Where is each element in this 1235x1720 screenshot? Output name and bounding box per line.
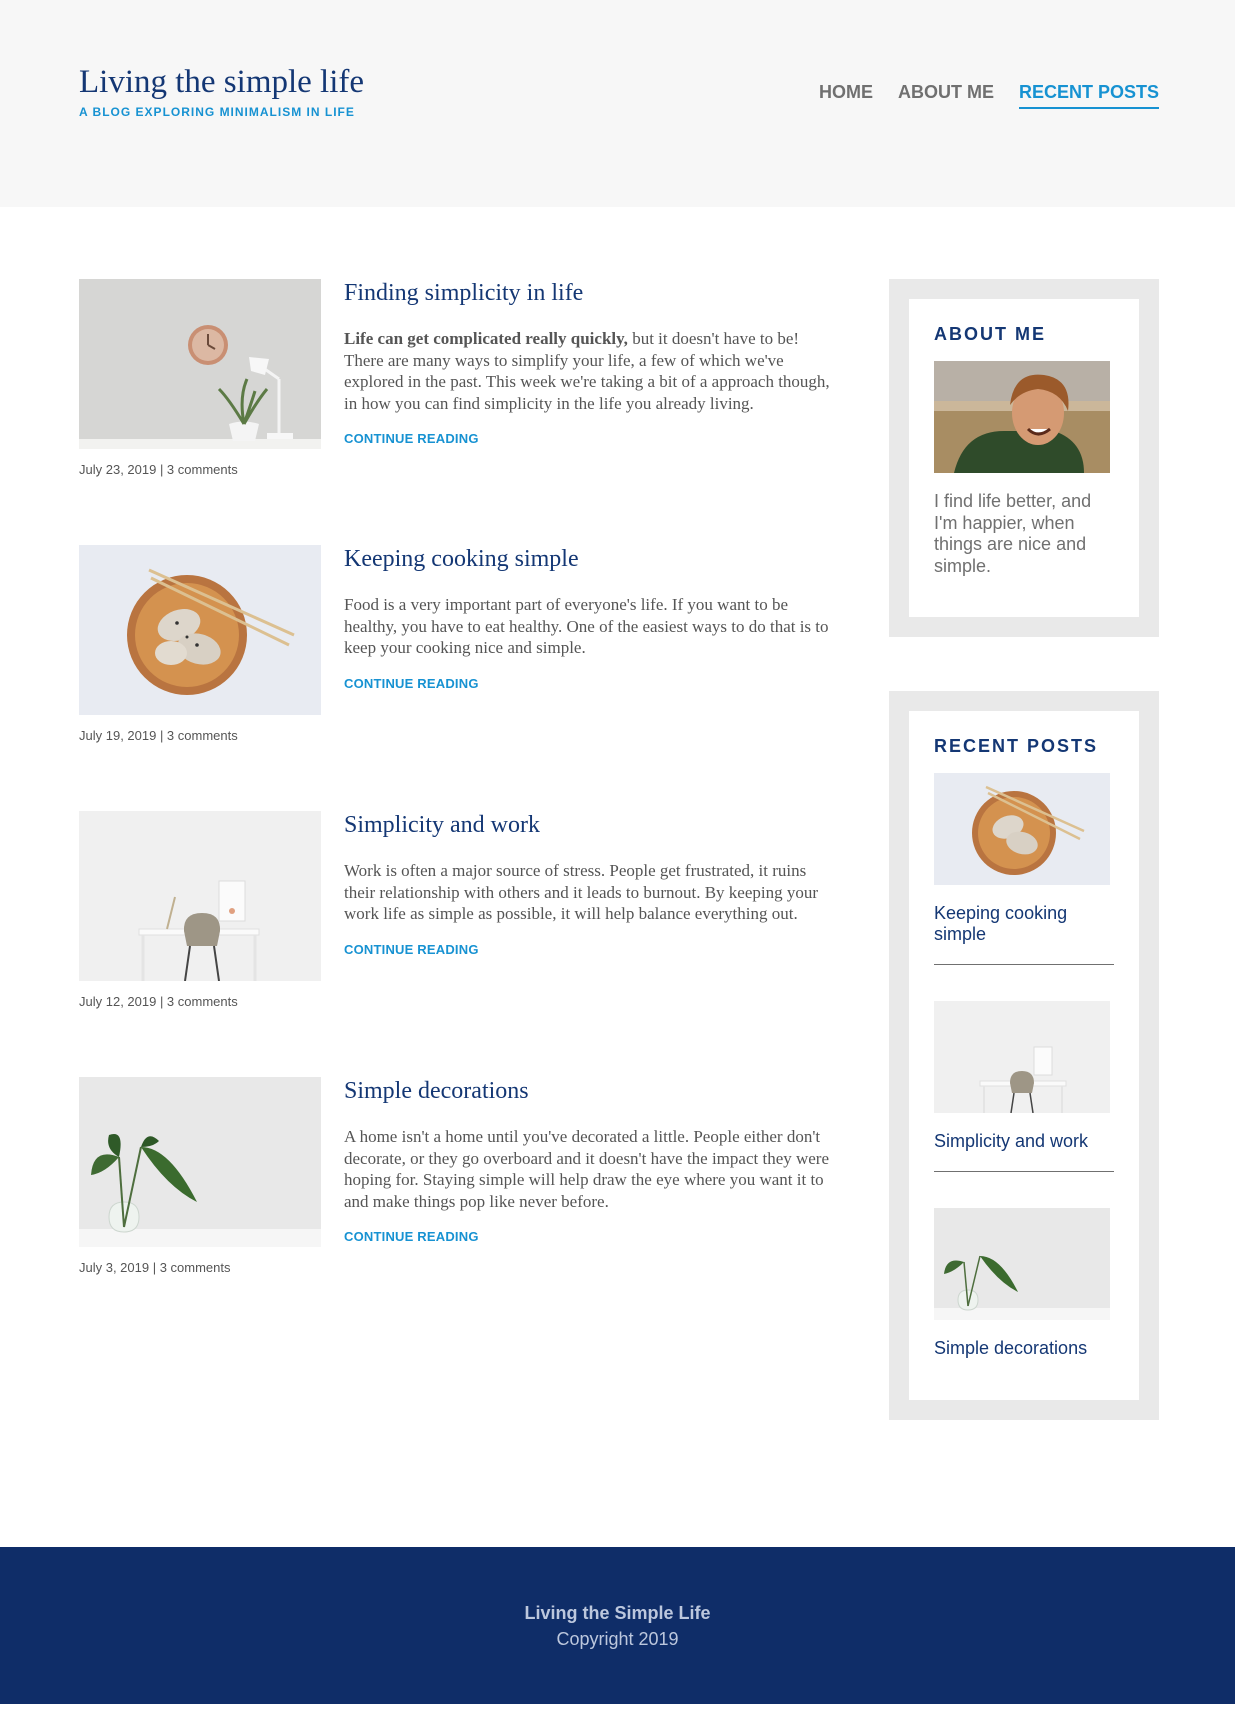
plant-vase-image[interactable] [934, 1208, 1110, 1320]
dumplings-image[interactable] [934, 773, 1110, 885]
post-meta: July 12, 2019 | 3 comments [79, 994, 238, 1009]
continue-reading-link[interactable]: CONTINUE READING [344, 676, 479, 691]
nav-about-me[interactable]: ABOUT ME [898, 82, 994, 109]
post-body: Finding simplicity in life Life can get … [344, 279, 839, 448]
post-title[interactable]: Simplicity and work [344, 811, 839, 839]
post-excerpt-lead: Life can get complicated really quickly, [344, 329, 628, 348]
post-body: Keeping cooking simple Food is a very im… [344, 545, 839, 693]
clock-and-lamp-image[interactable] [79, 279, 321, 449]
post-title[interactable]: Keeping cooking simple [344, 545, 839, 573]
site-tagline: A blog exploring minimalism in life [79, 105, 355, 119]
post-list: July 23, 2019 | 3 comments Finding simpl… [79, 279, 839, 1343]
post-item: July 23, 2019 | 3 comments Finding simpl… [79, 279, 839, 545]
post-excerpt: Food is a very important part of everyon… [344, 594, 839, 659]
recent-post-link[interactable]: Keeping cooking simple [934, 903, 1114, 945]
plant-vase-image[interactable] [79, 1077, 321, 1247]
site-footer: Living the Simple Life Copyright 2019 [0, 1547, 1235, 1704]
desk-and-chair-image[interactable] [934, 1001, 1110, 1113]
post-excerpt-text: Work is often a major source of stress. … [344, 861, 819, 923]
post-body: Simple decorations A home isn't a home u… [344, 1077, 839, 1246]
post-title[interactable]: Finding simplicity in life [344, 279, 839, 307]
nav-home[interactable]: HOME [819, 82, 873, 109]
post-meta: July 19, 2019 | 3 comments [79, 728, 238, 743]
recent-post-link[interactable]: Simple decorations [934, 1338, 1114, 1359]
recent-post-item: Keeping cooking simple [934, 773, 1114, 965]
continue-reading-link[interactable]: CONTINUE READING [344, 1229, 479, 1244]
recent-posts-widget: Recent posts Keeping cooking simple [889, 691, 1159, 1420]
site-title[interactable]: Living the simple life [79, 66, 364, 99]
post-excerpt-text: A home isn't a home until you've decorat… [344, 1127, 830, 1211]
widget-title: Recent posts [934, 736, 1099, 756]
smiling-man-image [934, 361, 1110, 473]
recent-post-link[interactable]: Simplicity and work [934, 1131, 1114, 1152]
post-excerpt-text: Food is a very important part of everyon… [344, 595, 829, 657]
post-meta: July 23, 2019 | 3 comments [79, 462, 238, 477]
continue-reading-link[interactable]: CONTINUE READING [344, 431, 479, 446]
post-item: July 12, 2019 | 3 comments Simplicity an… [79, 811, 839, 1077]
footer-title: Living the Simple Life [524, 1603, 711, 1623]
post-item: July 19, 2019 | 3 comments Keeping cooki… [79, 545, 839, 811]
post-excerpt: Life can get complicated really quickly,… [344, 328, 839, 414]
post-excerpt: A home isn't a home until you've decorat… [344, 1126, 839, 1212]
widget-title: About me [934, 324, 1046, 344]
about-text: I find life better, and I'm happier, whe… [934, 491, 1092, 576]
post-item: July 3, 2019 | 3 comments Simple decorat… [79, 1077, 839, 1343]
footer-copyright: Copyright 2019 [556, 1629, 679, 1649]
post-meta: July 3, 2019 | 3 comments [79, 1260, 231, 1275]
dumplings-image[interactable] [79, 545, 321, 715]
recent-post-item: Simple decorations [934, 1208, 1114, 1359]
continue-reading-link[interactable]: CONTINUE READING [344, 942, 479, 957]
nav-recent-posts[interactable]: RECENT POSTS [1018, 82, 1159, 109]
desk-and-chair-image[interactable] [79, 811, 321, 981]
recent-post-item: Simplicity and work [934, 1001, 1114, 1172]
main-nav: HOME ABOUT ME RECENT POSTS [819, 82, 1159, 109]
about-me-widget: About me I find life better, and I'm hap… [889, 279, 1159, 637]
brand: Living the simple life A blog exploring … [79, 66, 364, 120]
post-title[interactable]: Simple decorations [344, 1077, 839, 1105]
site-header: Living the simple life A blog exploring … [0, 0, 1235, 207]
post-body: Simplicity and work Work is often a majo… [344, 811, 839, 959]
post-excerpt: Work is often a major source of stress. … [344, 860, 839, 925]
